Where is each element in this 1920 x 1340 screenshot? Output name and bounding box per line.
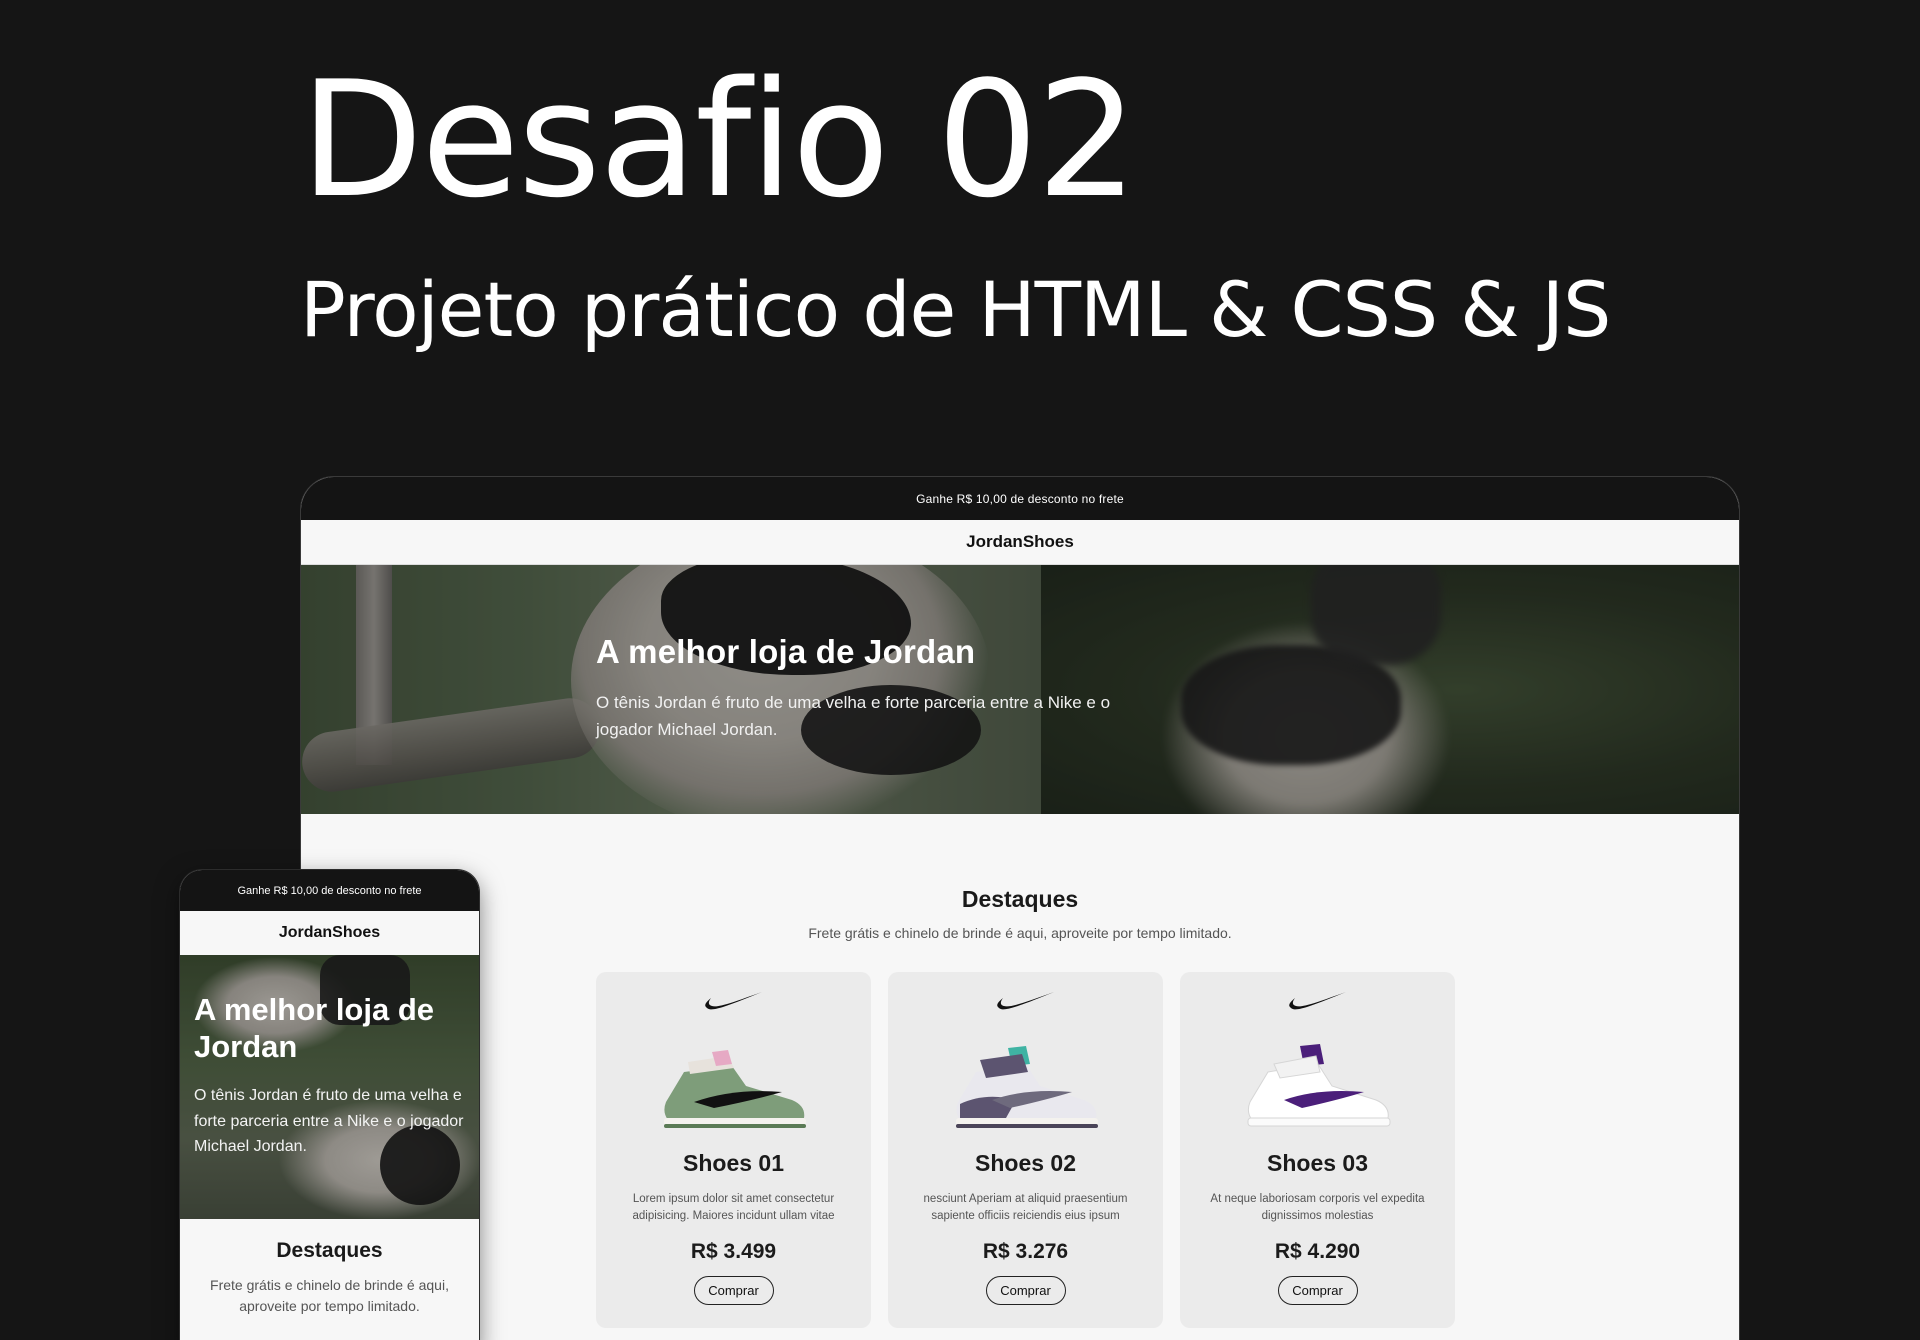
product-description: At neque laboriosam corporis vel expedit… [1210, 1193, 1425, 1222]
banner-text: O tênis Jordan é fruto de uma velha e fo… [596, 693, 1111, 739]
brand-logo[interactable]: JordanShoes [966, 532, 1074, 552]
buy-button[interactable]: Comprar [985, 1276, 1066, 1305]
product-description: nesciunt Aperiam at aliquid praesentium … [923, 1193, 1128, 1222]
brand-logo[interactable]: JordanShoes [279, 924, 380, 942]
navbar: JordanShoes [301, 520, 1739, 565]
banner-title: A melhor loja de Jordan [194, 992, 435, 1064]
desktop-mockup: Ganhe R$ 10,00 de desconto no frete Jord… [300, 476, 1740, 1340]
featured-section: Destaques Frete grátis e chinelo de brin… [180, 1239, 479, 1317]
hero-banner: A melhor loja de Jordan O tênis Jordan é… [180, 955, 479, 1219]
product-price: R$ 3.276 [982, 1240, 1069, 1263]
buy-button[interactable]: Comprar [693, 1276, 774, 1305]
featured-title: Destaques [961, 886, 1079, 912]
banner-title: A melhor loja de Jordan [596, 633, 976, 670]
featured-text: Frete grátis e chinelo de brinde é aqui,… [210, 1277, 449, 1314]
mobile-mockup: Ganhe R$ 10,00 de desconto no frete Jord… [180, 870, 479, 1340]
product-card[interactable]: Shoes 03 At neque laboriosam corporis ve… [1180, 972, 1455, 1328]
banner-text: O tênis Jordan é fruto de uma velha e fo… [194, 1087, 464, 1155]
product-description: Lorem ipsum dolor sit amet consectetur a… [632, 1193, 835, 1222]
page-subtitle: Projeto prático de HTML & CSS & JS [300, 265, 1611, 354]
buy-button[interactable]: Comprar [1277, 1276, 1358, 1305]
product-card[interactable]: Shoes 02 nesciunt Aperiam at aliquid pra… [888, 972, 1163, 1328]
shoe-image [663, 1050, 806, 1128]
shoe-image [955, 1046, 1098, 1128]
product-list: Shoes 01 Lorem ipsum dolor sit amet cons… [596, 972, 1455, 1328]
product-name: Shoes 03 [1267, 1150, 1368, 1176]
shoe-image [1247, 1044, 1390, 1127]
nike-swoosh-icon [704, 992, 762, 1010]
hero-banner: A melhor loja de Jordan O tênis Jordan é… [301, 565, 1739, 814]
product-name: Shoes 01 [683, 1150, 784, 1176]
promo-text: Ganhe R$ 10,00 de desconto no frete [916, 491, 1124, 506]
banner-content: A melhor loja de Jordan O tênis Jordan é… [596, 633, 1116, 743]
promo-bar: Ganhe R$ 10,00 de desconto no frete [180, 870, 479, 911]
page-title: Desafio 02 [300, 46, 1138, 233]
promo-text: Ganhe R$ 10,00 de desconto no frete [237, 884, 422, 897]
promo-bar: Ganhe R$ 10,00 de desconto no frete [301, 477, 1739, 520]
featured-title: Destaques [276, 1239, 383, 1262]
product-price: R$ 3.499 [690, 1240, 777, 1263]
navbar: JordanShoes [180, 911, 479, 955]
featured-section: Destaques Frete grátis e chinelo de brin… [301, 886, 1739, 941]
product-name: Shoes 02 [975, 1150, 1076, 1176]
nike-swoosh-icon [996, 992, 1054, 1010]
nike-swoosh-icon [1288, 992, 1346, 1010]
banner-content: A melhor loja de Jordan O tênis Jordan é… [194, 991, 464, 1160]
product-card[interactable]: Shoes 01 Lorem ipsum dolor sit amet cons… [596, 972, 871, 1328]
featured-text: Frete grátis e chinelo de brinde é aqui,… [808, 925, 1232, 941]
product-price: R$ 4.290 [1274, 1240, 1361, 1263]
